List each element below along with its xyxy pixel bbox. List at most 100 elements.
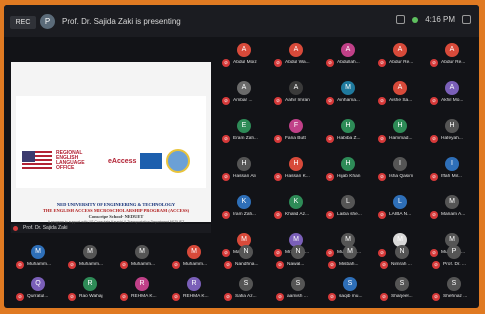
participant-name: Abdullah... [337, 60, 360, 65]
participant-avatar: H [341, 157, 355, 171]
muted-mic-icon: ⊘ [16, 293, 24, 301]
participant-avatar: R [83, 277, 97, 291]
participant-avatar: M [341, 81, 355, 95]
muted-mic-icon: ⊘ [380, 261, 388, 269]
participant-tile[interactable]: R ⊘ REHMA K... [168, 275, 223, 305]
participant-tile[interactable]: A ⊘ Abdul Moiz [218, 41, 273, 71]
muted-mic-icon: ⊘ [430, 97, 438, 105]
muted-mic-icon: ⊘ [378, 173, 386, 181]
participant-avatar: H [341, 119, 355, 133]
participant-tile[interactable]: M ⊘ Misbah... [324, 243, 379, 273]
participant-tile[interactable]: S ⊘ Shehnaz ... [428, 275, 479, 305]
muted-mic-icon: ⊘ [120, 261, 128, 269]
participant-tile[interactable]: A ⊘ Ambar ... [218, 79, 273, 109]
participant-tile[interactable]: M ⊘Muhamm... [64, 243, 119, 273]
participant-tile[interactable]: F ⊘ Faria Butt [270, 117, 325, 147]
participant-avatar: H [289, 157, 303, 171]
participant-tile[interactable]: H ⊘ Hafeyah... [426, 117, 479, 147]
participant-tile[interactable]: A ⊘ Abdur Re... [426, 41, 479, 71]
participant-avatar: K [237, 195, 251, 209]
participant-tile[interactable]: P ⊘ Prof. Dr. ... [428, 243, 479, 273]
meeting-top-bar: REC P Prof. Dr. Sajida Zaki is presentin… [4, 5, 479, 37]
participant-avatar: N [239, 245, 253, 259]
participant-tile[interactable]: M ⊘ Ainhama... [322, 79, 377, 109]
meeting-window: REC P Prof. Dr. Sajida Zaki is presentin… [4, 5, 479, 308]
participant-tile[interactable]: N ⊘ Nawal... [272, 243, 327, 273]
participant-tile[interactable]: A ⊘ Abdullah... [322, 41, 377, 71]
participant-tile[interactable]: N ⊘ Nandhna... [220, 243, 275, 273]
participant-tile[interactable]: A ⊘ Aahir Imran [270, 79, 325, 109]
participant-tile[interactable]: L ⊘ Laiba she... [322, 193, 377, 223]
participant-avatar: H [237, 157, 251, 171]
participant-tile[interactable]: S ⊘ saqib mu... [324, 275, 379, 305]
participant-tile[interactable]: H ⊘ Hassan K... [270, 155, 325, 185]
participant-name: Nandhna... [235, 262, 259, 267]
participant-tile[interactable]: M ⊘Muhamm... [116, 243, 171, 273]
participant-tile[interactable]: E ⊘ Eram Zafi... [218, 117, 273, 147]
muted-mic-icon: ⊘ [224, 293, 232, 301]
participant-name: Abdur Re... [441, 60, 466, 65]
participant-avatar: S [239, 277, 253, 291]
participant-name: Aishe Sa... [389, 98, 413, 103]
participant-name: Khalid Az... [285, 212, 309, 217]
participant-avatar: L [393, 195, 407, 209]
participant-tile[interactable]: I ⊘ Isha Qasim [374, 155, 429, 185]
participant-tile[interactable]: H ⊘ Hijab Khan [322, 155, 377, 185]
muted-mic-icon: ⊘ [274, 173, 282, 181]
participant-avatar: S [395, 277, 409, 291]
participant-avatar: A [393, 81, 407, 95]
participant-tile[interactable]: M ⊘Muhamm... [168, 243, 223, 273]
participant-name: Isha Qasim [389, 174, 414, 179]
slide-program: THE ENGLISH ACCESS MICROSCHOLARSHIP PROG… [42, 208, 190, 213]
participant-tile[interactable]: R ⊘ REHMA K... [116, 275, 171, 305]
participant-name: Muhamm... [131, 262, 155, 267]
participant-tile[interactable]: H ⊘ Hassan Ali [218, 155, 273, 185]
shared-screen[interactable]: REGIONAL ENGLISH LANGUAGE OFFICE eAccess… [11, 62, 211, 231]
participant-tile[interactable]: M ⊘Muhamm... [12, 243, 67, 273]
participant-tile[interactable]: S ⊘ Safia Az... [220, 275, 275, 305]
participant-tile[interactable]: H ⊘ Habiba Z... [322, 117, 377, 147]
participant-avatar: A [341, 43, 355, 57]
muted-mic-icon: ⊘ [172, 293, 180, 301]
participant-tile[interactable]: H ⊘ Hammad... [374, 117, 429, 147]
participant-avatar: N [395, 245, 409, 259]
participant-name: Safia Az... [235, 294, 257, 299]
participant-tile[interactable]: S ⊘ aamish ... [272, 275, 327, 305]
participant-avatar: A [445, 81, 459, 95]
more-icon[interactable] [462, 15, 471, 24]
participant-name: Hafeyah... [441, 136, 463, 141]
participant-tile[interactable]: A ⊘ Abdul Wa... [270, 41, 325, 71]
participant-tile[interactable]: A ⊘ Akhil Mo... [426, 79, 479, 109]
participant-tile[interactable]: K ⊘ Khalid Az... [270, 193, 325, 223]
participant-tile[interactable]: A ⊘ Abdur Re... [374, 41, 429, 71]
participant-tile[interactable]: L ⊘ LAIBA N... [374, 193, 429, 223]
presenter-name: Prof. Dr. Sajida Zaki [23, 225, 68, 231]
muted-mic-icon: ⊘ [276, 293, 284, 301]
participant-avatar: I [445, 157, 459, 171]
muted-mic-icon: ⊘ [326, 211, 334, 219]
muted-mic-icon: ⊘ [274, 97, 282, 105]
participant-name: Hijab Khan [337, 174, 361, 179]
participant-tile[interactable]: K ⊘ Iram Zafi... [218, 193, 273, 223]
participant-tile[interactable]: N ⊘ Nimrah ... [376, 243, 431, 273]
participant-tile[interactable]: S ⊘ Sharjeel... [376, 275, 431, 305]
participant-avatar: A [237, 81, 251, 95]
muted-mic-icon: ⊘ [68, 293, 76, 301]
participant-name: Ainhama... [337, 98, 360, 103]
participant-tile[interactable]: I ⊘ Iffah Mir... [426, 155, 479, 185]
participant-avatar: M [83, 245, 97, 259]
participant-tile[interactable]: A ⊘ Aishe Sa... [374, 79, 429, 109]
recording-indicator: REC [10, 16, 36, 29]
participant-name: Laiba she... [337, 212, 362, 217]
muted-mic-icon: ⊘ [222, 173, 230, 181]
participant-name: Hammad... [389, 136, 413, 141]
participant-tile[interactable]: Q ⊘ Qurratul... [12, 275, 67, 305]
participant-name: Aahir Imran [285, 98, 310, 103]
participant-tile[interactable]: M ⊘ Mariam A... [426, 193, 479, 223]
participant-avatar: S [447, 277, 461, 291]
participant-name: Akhil Mo... [441, 98, 464, 103]
participant-tile[interactable]: R ⊘ Rao Wahaj [64, 275, 119, 305]
participant-name: LAIBA N... [389, 212, 412, 217]
participant-avatar: E [237, 119, 251, 133]
muted-mic-icon: ⊘ [326, 97, 334, 105]
